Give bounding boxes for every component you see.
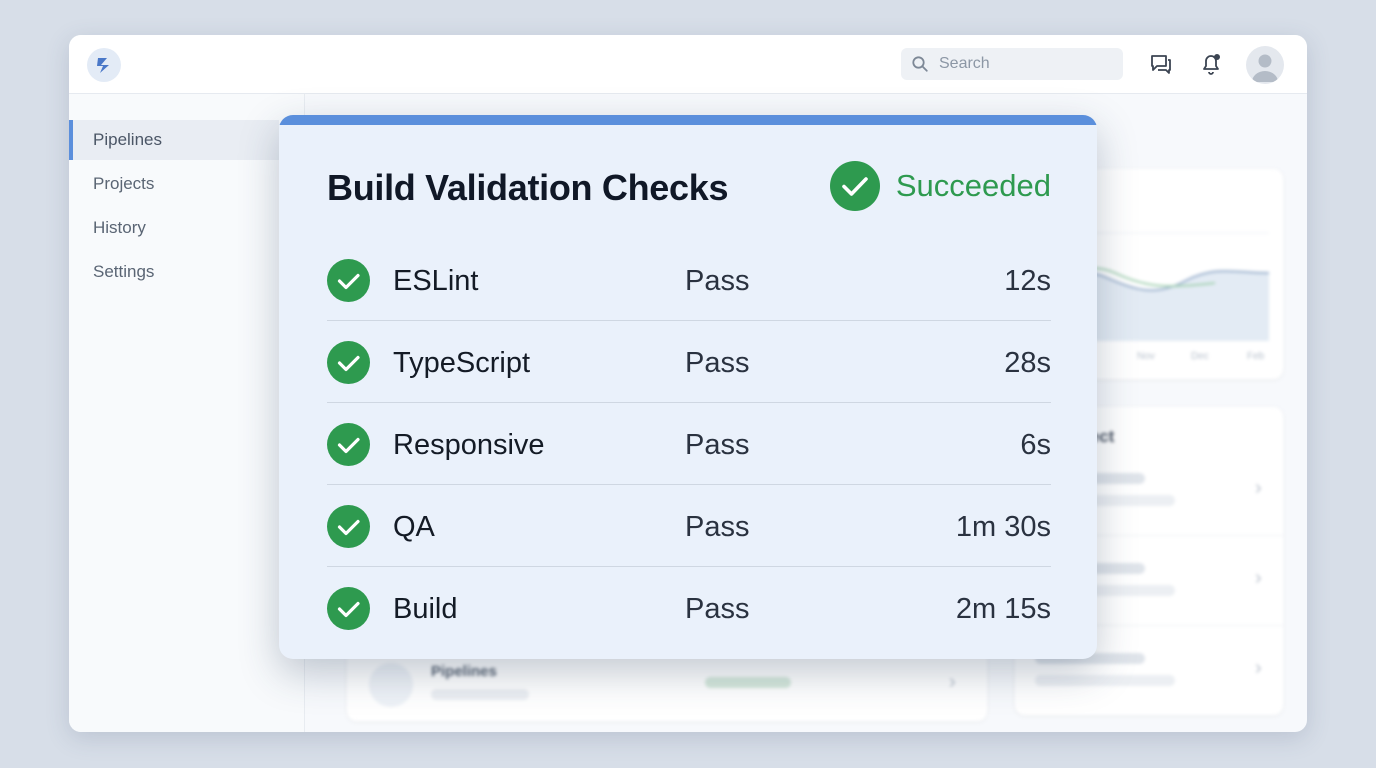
bell-icon[interactable] [1198, 51, 1224, 77]
sidebar-item-label: Projects [93, 174, 155, 193]
search-box[interactable] [901, 48, 1123, 80]
check-name: Build [393, 593, 458, 625]
check-name: ESLint [393, 265, 479, 297]
sidebar-item-settings[interactable]: Settings [69, 252, 279, 292]
sidebar-item-history[interactable]: History [69, 208, 279, 248]
sidebar-item-pipelines[interactable]: Pipelines [69, 120, 279, 160]
pipeline-label: Pipelines [431, 663, 497, 680]
sidebar-item-label: Pipelines [93, 130, 162, 149]
check-circle-icon [327, 505, 370, 548]
modal-title: Build Validation Checks [327, 167, 729, 208]
chart-tick-label: Feb [1247, 351, 1265, 362]
check-circle-icon [327, 341, 370, 384]
check-duration: 1m 30s [955, 511, 1051, 543]
app-logo-icon[interactable] [87, 48, 121, 82]
check-result: Pass [685, 511, 750, 543]
top-bar [69, 35, 1307, 94]
sidebar: Pipelines Projects History Settings [69, 94, 305, 732]
check-name: QA [393, 511, 435, 543]
user-avatar-icon[interactable] [1246, 46, 1284, 84]
check-circle-icon [327, 259, 370, 302]
chevron-right-icon[interactable]: › [1255, 477, 1262, 500]
search-input[interactable] [937, 54, 1121, 74]
sidebar-item-label: History [93, 218, 146, 237]
check-duration: 6s [1020, 429, 1051, 461]
chevron-right-icon[interactable]: › [949, 671, 956, 694]
check-circle-icon [829, 161, 880, 211]
check-result: Pass [685, 593, 750, 625]
check-row-responsive: Responsive Pass 6s [327, 403, 1051, 485]
check-row-qa: QA Pass 1m 30s [327, 485, 1051, 567]
pipeline-icon [369, 663, 413, 707]
check-result: Pass [685, 265, 750, 297]
chart-tick-label: Dec [1191, 351, 1209, 362]
check-result: Pass [685, 347, 750, 379]
check-circle-icon [327, 587, 370, 630]
sidebar-item-label: Settings [93, 262, 155, 281]
chart-tick-label: Nov [1137, 351, 1155, 362]
pipeline-row-card: Pipelines › [347, 649, 987, 721]
chevron-right-icon[interactable]: › [1255, 567, 1262, 590]
check-result: Pass [685, 429, 750, 461]
check-row-typescript: TypeScript Pass 28s [327, 321, 1051, 403]
build-checks-modal: Build Validation Checks Succeeded ESLint… [279, 115, 1097, 659]
check-duration: 2m 15s [955, 593, 1051, 625]
check-name: Responsive [393, 429, 545, 461]
check-duration: 28s [1004, 347, 1051, 379]
sidebar-item-projects[interactable]: Projects [69, 164, 279, 204]
check-row-build: Build Pass 2m 15s [327, 567, 1051, 649]
check-duration: 12s [1004, 265, 1051, 297]
check-row-eslint: ESLint Pass 12s [327, 239, 1051, 321]
check-circle-icon [327, 423, 370, 466]
chevron-right-icon[interactable]: › [1255, 657, 1262, 680]
status-badge: Succeeded [829, 161, 1051, 211]
check-name: TypeScript [393, 347, 530, 379]
modal-accent-bar [279, 115, 1097, 125]
chat-icon[interactable] [1148, 51, 1174, 77]
search-icon [912, 56, 928, 72]
status-text: Succeeded [895, 168, 1051, 203]
